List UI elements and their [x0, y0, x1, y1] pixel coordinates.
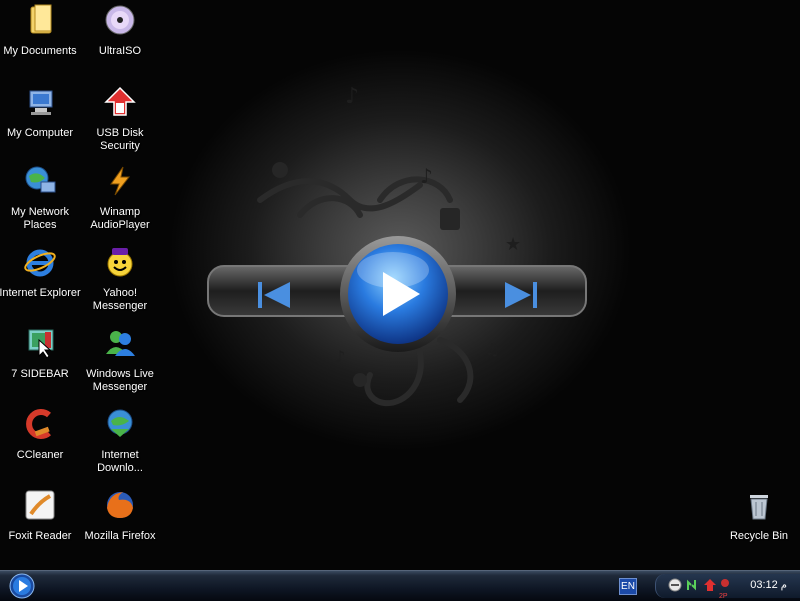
yahoo-messenger-icon: [107, 248, 133, 277]
desktop-icon-internet-explorer[interactable]: Internet Explorer: [0, 245, 82, 300]
desktop-icon-7-sidebar[interactable]: 7 SIDEBAR: [0, 326, 82, 381]
desktop-icon-label: Windows Live Messenger: [86, 368, 154, 393]
desktop-icon-label: CCleaner: [16, 449, 64, 461]
desktop-icon-label: Internet Explorer: [0, 287, 81, 299]
desktop-icon-label: Winamp AudioPlayer: [90, 206, 150, 231]
disc-icon: [105, 5, 135, 35]
desktop-icon-internet-download-manager[interactable]: Internet Downlo...: [78, 407, 162, 475]
desktop-icon-mozilla-firefox[interactable]: Mozilla Firefox: [78, 488, 162, 543]
desktop-icon-label: My Documents: [3, 45, 77, 57]
clock-ampm: م: [780, 580, 787, 591]
desktop-icon-label: Internet Downlo...: [97, 449, 143, 474]
winamp-icon: [110, 166, 131, 196]
desktop-icon-windows-live-messenger[interactable]: Windows Live Messenger: [78, 326, 162, 394]
svg-text:★: ★: [505, 234, 521, 255]
taskbar: EN 2P 03:12 م: [0, 570, 800, 601]
download-manager-icon: [107, 409, 133, 437]
music-note-icon: ♪: [345, 84, 359, 109]
svg-text:♪: ♪: [420, 164, 433, 188]
safely-remove-icon[interactable]: [668, 578, 682, 592]
usb-security-tray-icon[interactable]: [703, 578, 717, 592]
desktop-icon-my-documents[interactable]: My Documents: [0, 3, 82, 58]
clock-time: 03:12: [750, 579, 778, 591]
system-tray: 2P 03:12 م: [655, 574, 800, 600]
internet-explorer-icon: [24, 249, 56, 277]
live-messenger-icon: [106, 331, 135, 356]
usb-security-icon: [104, 86, 136, 116]
folder-icon: [30, 4, 52, 34]
desktop-icon-label: My Network Places: [10, 206, 70, 231]
computer-icon: [29, 90, 53, 115]
desktop-icon-label: Foxit Reader: [8, 530, 72, 542]
svg-text:♪: ♪: [335, 347, 345, 366]
desktop-icon-label: UltraISO: [98, 45, 142, 57]
desktop-icon-label: Mozilla Firefox: [84, 530, 156, 542]
desktop-icon-label: Recycle Bin: [729, 530, 789, 542]
recycle-bin-icon: [750, 495, 768, 520]
desktop-icon-my-network-places[interactable]: My Network Places: [0, 164, 82, 232]
network-globe-icon: [25, 166, 56, 193]
desktop-icon-foxit-reader[interactable]: Foxit Reader: [0, 488, 82, 543]
desktop-icon-recycle-bin[interactable]: Recycle Bin: [717, 488, 800, 543]
desktop-icon-yahoo-messenger[interactable]: Yahoo! Messenger: [78, 245, 162, 313]
firefox-icon: [107, 492, 133, 518]
desktop-icon-ultraiso[interactable]: UltraISO: [78, 3, 162, 58]
desktop[interactable]: ♪ ♪ ♫ ♪ ★ My Documents My Computer My Ne…: [0, 0, 800, 570]
sidebar-gadget-icon: [28, 329, 54, 359]
desktop-icon-winamp[interactable]: Winamp AudioPlayer: [78, 164, 162, 232]
desktop-icon-ccleaner[interactable]: CCleaner: [0, 407, 82, 462]
ccleaner-icon: [26, 409, 51, 439]
tray-app-badge-icon[interactable]: 2P: [719, 575, 735, 600]
foxit-reader-icon: [25, 490, 55, 520]
desktop-icon-label: My Computer: [6, 127, 74, 139]
desktop-icon-label: Yahoo! Messenger: [92, 287, 148, 312]
tray-app-icon: [721, 579, 729, 587]
start-button[interactable]: [8, 573, 36, 599]
clock[interactable]: 03:12 م: [750, 579, 787, 591]
desktop-icon-my-computer[interactable]: My Computer: [0, 85, 82, 140]
language-indicator[interactable]: EN: [619, 578, 637, 595]
desktop-icon-label: USB Disk Security: [96, 127, 144, 152]
desktop-icon-label: 7 SIDEBAR: [11, 368, 69, 380]
desktop-icon-usb-disk-security[interactable]: USB Disk Security: [78, 85, 162, 153]
network-tray-icon[interactable]: [685, 578, 699, 592]
svg-text:♫: ♫: [485, 340, 499, 359]
